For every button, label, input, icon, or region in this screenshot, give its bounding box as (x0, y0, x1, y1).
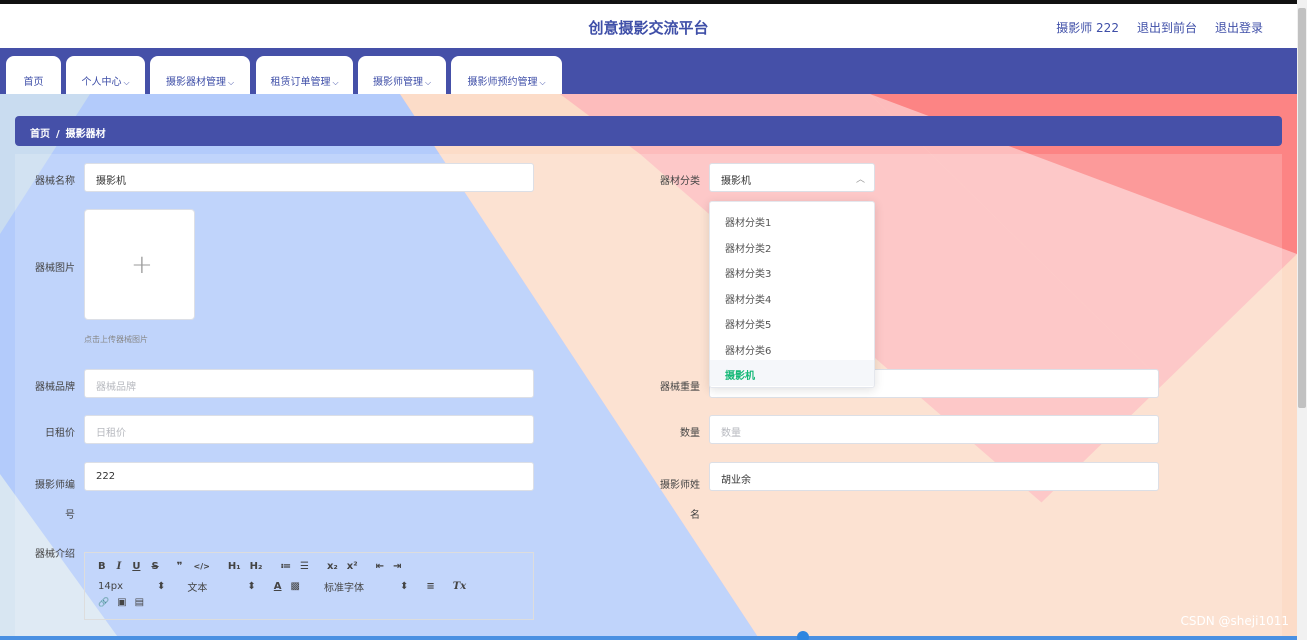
category-option[interactable]: 器材分类2 (710, 233, 874, 259)
header-2-button[interactable]: H₂ (250, 561, 263, 572)
align-icon[interactable]: ≡ (426, 581, 434, 592)
font-size-select[interactable]: 14px (98, 581, 123, 592)
plus-icon: + (131, 250, 153, 280)
rich-text-editor[interactable]: B I U S ❞ </> H₁ H₂ ≔ ☰ x₂ x² ⇤ ⇥ 14px ⬍… (84, 552, 534, 620)
bullet-list-icon[interactable]: ☰ (300, 561, 309, 572)
breadcrumb: 首页 / 摄影器材 (15, 116, 1282, 146)
header: 创意摄影交流平台 摄影师 222 退出到前台 退出登录 (0, 4, 1297, 48)
chevron-down-icon: ⌵ (539, 78, 546, 87)
category-select-value: 摄影机 (721, 176, 751, 187)
scrollbar-thumb[interactable] (1298, 8, 1306, 408)
nav-tab-label: 首页 (23, 77, 44, 88)
bottom-handle[interactable] (797, 631, 809, 640)
page-scrollbar[interactable] (1297, 0, 1307, 640)
brand-input[interactable]: 器械品牌 (84, 369, 534, 398)
photographer-id-label-line1: 摄影师编 (35, 480, 75, 491)
photographer-name-label-line1: 摄影师姓 (660, 480, 700, 491)
current-user: 摄影师 222 (1056, 21, 1119, 35)
watermark: CSDN @sheji1011 (1180, 614, 1289, 628)
bold-button[interactable]: B (98, 561, 106, 572)
name-label: 器械名称 (35, 176, 75, 187)
intro-label: 器械介绍 (35, 549, 75, 560)
block-format-select[interactable]: 文本 (187, 579, 207, 594)
nav-tab-label: 摄影师预约管理 (467, 77, 538, 88)
nav-tab-photographers[interactable]: 摄影师管理 ⌵ (358, 56, 446, 94)
nav-tab-label: 租赁订单管理 (270, 77, 331, 88)
updown-icon: ⬍ (157, 581, 166, 592)
strike-button[interactable]: S (151, 561, 158, 572)
nav-tab-personal-center[interactable]: 个人中心 ⌵ (66, 56, 145, 94)
breadcrumb-current: 摄影器材 (65, 129, 106, 140)
category-option[interactable]: 器材分类5 (710, 309, 874, 335)
subscript-button[interactable]: x₂ (327, 561, 338, 572)
background-color-icon[interactable]: ▩ (291, 581, 300, 592)
quantity-input[interactable]: 数量 (709, 415, 1159, 444)
quantity-label: 数量 (680, 428, 700, 439)
category-label: 器材分类 (660, 176, 700, 187)
clear-format-icon[interactable]: Tx (453, 581, 466, 592)
nav-tab-rental-orders[interactable]: 租赁订单管理 ⌵ (256, 56, 353, 94)
category-option[interactable]: 器材分类1 (710, 207, 874, 233)
exit-to-front-link[interactable]: 退出到前台 (1137, 19, 1197, 36)
name-input[interactable]: 摄影机 (84, 163, 534, 192)
category-dropdown: 器材分类1 器材分类2 器材分类3 器材分类4 器材分类5 器材分类6 摄影机 (709, 201, 875, 388)
photographer-name-input[interactable]: 胡业余 (709, 462, 1159, 491)
daily-rent-label: 日租价 (45, 428, 75, 439)
chevron-down-icon: ⌵ (332, 78, 339, 87)
code-block-button[interactable]: </> (194, 562, 210, 571)
header-actions: 摄影师 222 退出到前台 退出登录 (1056, 19, 1263, 36)
brand-label: 器械品牌 (35, 382, 75, 393)
chevron-down-icon: ⌵ (123, 78, 130, 87)
editor-toolbar-row-3: 🔗 ▣ ▤ (98, 597, 144, 608)
updown-icon: ⬍ (247, 581, 256, 592)
chevron-down-icon: ⌵ (227, 78, 235, 87)
photographer-name-label-line2: 名 (690, 510, 700, 521)
font-color-icon[interactable]: A (274, 581, 282, 592)
photographer-id-input[interactable]: 222 (84, 462, 534, 491)
daily-rent-input[interactable]: 日租价 (84, 415, 534, 444)
chevron-down-icon: ⌵ (424, 78, 432, 87)
category-option[interactable]: 器材分类6 (710, 335, 874, 361)
video-icon[interactable]: ▤ (135, 597, 144, 608)
category-option[interactable]: 器材分类3 (710, 258, 874, 284)
chevron-up-icon: ︿ (855, 175, 865, 185)
nav-tab-label: 个人中心 (81, 77, 122, 88)
breadcrumb-separator: / (56, 129, 60, 140)
image-upload-button[interactable]: + (84, 209, 195, 320)
logout-link[interactable]: 退出登录 (1215, 19, 1263, 36)
breadcrumb-home[interactable]: 首页 (30, 129, 50, 140)
updown-icon: ⬍ (399, 581, 409, 592)
image-icon[interactable]: ▣ (117, 597, 126, 608)
upload-hint: 点击上传器械图片 (84, 335, 148, 344)
link-icon[interactable]: 🔗 (98, 598, 109, 608)
blockquote-button[interactable]: ❞ (177, 561, 183, 572)
outdent-icon[interactable]: ⇤ (376, 561, 384, 572)
nav-tab-label: 摄影器材管理 (165, 77, 226, 88)
category-option-selected[interactable]: 摄影机 (710, 360, 874, 386)
underline-button[interactable]: U (132, 561, 140, 572)
nav-tab-home[interactable]: 首页 (6, 56, 61, 94)
nav-tab-equipment[interactable]: 摄影器材管理 ⌵ (150, 56, 250, 94)
image-label: 器械图片 (35, 263, 75, 274)
photographer-id-label: 摄影师编 号 (20, 471, 75, 531)
superscript-button[interactable]: x² (347, 561, 358, 572)
font-family-select[interactable]: 标准字体 (324, 579, 364, 594)
ordered-list-icon[interactable]: ≔ (280, 561, 291, 572)
nav-tab-bookings[interactable]: 摄影师预约管理 ⌵ (451, 56, 562, 94)
main-nav: 首页 个人中心 ⌵ 摄影器材管理 ⌵ 租赁订单管理 ⌵ 摄影师管理 ⌵ 摄影师预约管理 ⌵ (0, 48, 1297, 94)
italic-button[interactable]: I (117, 561, 122, 572)
editor-toolbar-row-1: B I U S ❞ </> H₁ H₂ ≔ ☰ x₂ x² ⇤ ⇥ (98, 561, 401, 572)
weight-label: 器械重量 (660, 382, 700, 393)
header-1-button[interactable]: H₁ (228, 561, 241, 572)
category-select[interactable]: 摄影机 ︿ (709, 163, 875, 192)
category-option[interactable]: 器材分类4 (710, 284, 874, 310)
editor-toolbar-row-2: 14px ⬍ 文本 ⬍ A ▩ 标准字体 ⬍ ≡ Tx (98, 579, 466, 594)
indent-icon[interactable]: ⇥ (393, 561, 401, 572)
photographer-name-label: 摄影师姓 名 (640, 471, 700, 531)
photographer-id-label-line2: 号 (65, 510, 75, 521)
nav-tab-label: 摄影师管理 (372, 77, 423, 88)
bottom-progress-strip (0, 636, 1297, 640)
